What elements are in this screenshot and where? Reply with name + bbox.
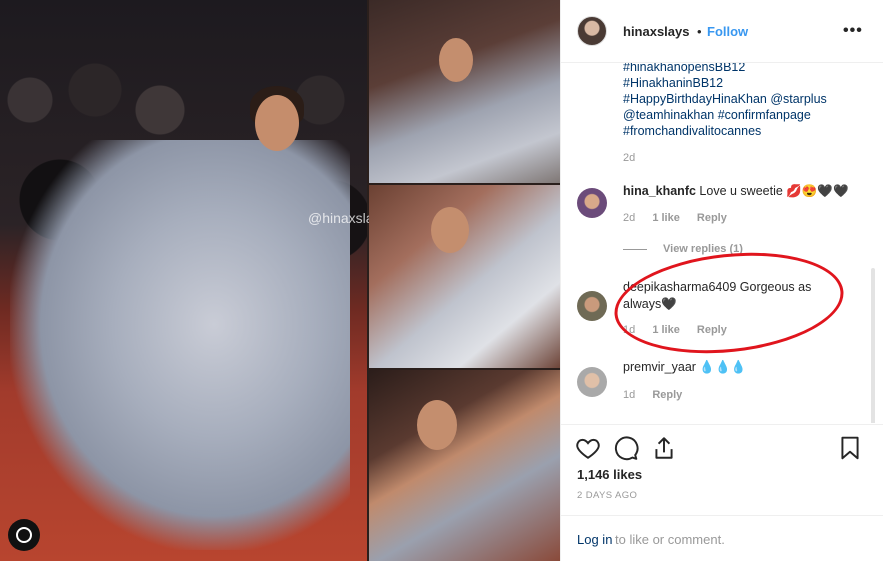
comment-time[interactable]: 2d xyxy=(623,212,635,224)
comments-scrollbar[interactable] xyxy=(871,268,875,423)
comment-meta: 2d 1 like Reply xyxy=(623,212,741,224)
author-username[interactable]: hinaxslays xyxy=(623,24,690,39)
bookmark-icon[interactable] xyxy=(837,435,863,461)
figure-face xyxy=(255,95,299,151)
comment-time[interactable]: 1d xyxy=(623,389,635,401)
photo-tile-bottom xyxy=(369,370,560,561)
comment-icon[interactable] xyxy=(613,435,639,461)
tile-face xyxy=(431,207,469,253)
post-header: hinaxslays • Follow ••• xyxy=(561,0,883,63)
reply-button[interactable]: Reply xyxy=(652,389,682,401)
commenter-avatar[interactable] xyxy=(577,291,607,321)
tile-face xyxy=(417,400,457,450)
caption-hashtags: #hinakhanopensBB12 #HinakhaninBB12 #Happ… xyxy=(623,63,863,139)
login-prompt-text: to like or comment. xyxy=(615,532,725,547)
likes-count[interactable]: 1,146 likes xyxy=(577,467,642,482)
comment-likes[interactable]: 1 like xyxy=(652,212,680,224)
comment-text: premvir_yaar 💧💧💧 xyxy=(623,359,853,376)
caption-line[interactable]: #HappyBirthdayHinaKhan @starplus xyxy=(623,91,863,107)
tile-face xyxy=(439,38,473,82)
reply-button[interactable]: Reply xyxy=(697,212,727,224)
comment-body: Love u sweetie 💋😍🖤🖤 xyxy=(699,184,849,198)
comment-meta: 1d Reply xyxy=(623,389,696,401)
user-tag-icon[interactable] xyxy=(8,519,40,551)
post-date[interactable]: 2 DAYS AGO xyxy=(577,490,637,501)
caption-line[interactable]: @teamhinakhan #confirmfanpage xyxy=(623,107,863,123)
follow-button[interactable]: Follow xyxy=(707,24,748,39)
gown-figure xyxy=(10,140,350,550)
share-icon[interactable] xyxy=(651,435,677,461)
login-link[interactable]: Log in xyxy=(577,532,612,547)
comments-list[interactable]: #hinakhanopensBB12 #HinakhaninBB12 #Happ… xyxy=(561,63,883,423)
login-prompt: Log in to like or comment. xyxy=(561,515,883,563)
comment-body: 💧💧💧 xyxy=(699,360,747,374)
comment-username[interactable]: hina_khanfc xyxy=(623,184,696,198)
commenter-avatar[interactable] xyxy=(577,188,607,218)
commenter-avatar[interactable] xyxy=(577,367,607,397)
photo-tile-top xyxy=(369,0,560,183)
caption-line[interactable]: #fromchandivalitocannes xyxy=(623,123,863,139)
photo-tile-middle xyxy=(369,185,560,368)
photo-main-panel: @hinaxslays xyxy=(0,0,388,561)
post-actions: 1,146 likes 2 DAYS AGO Log in to like or… xyxy=(561,424,883,562)
caption-line[interactable]: #hinakhanopensBB12 xyxy=(623,63,863,75)
comment-username[interactable]: premvir_yaar xyxy=(623,360,696,374)
caption-line[interactable]: #HinakhaninBB12 xyxy=(623,75,863,91)
post-image[interactable]: @hinaxslays xyxy=(0,0,560,561)
comment-text: hina_khanfc Love u sweetie 💋😍🖤🖤 xyxy=(623,183,853,200)
header-separator: • xyxy=(697,24,702,39)
author-avatar[interactable] xyxy=(577,16,607,46)
caption-timestamp[interactable]: 2d xyxy=(623,152,635,164)
more-options-icon[interactable]: ••• xyxy=(843,22,863,40)
heart-icon[interactable] xyxy=(575,435,601,461)
